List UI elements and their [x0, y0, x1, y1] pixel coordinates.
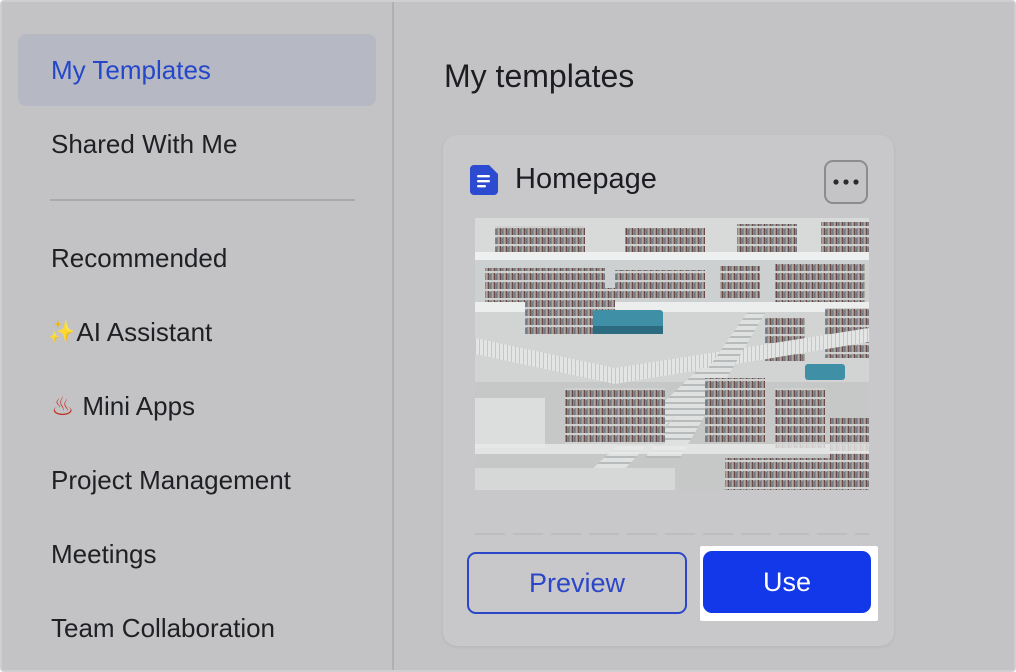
sidebar-item-label: Mini Apps [82, 390, 196, 421]
hot-springs-icon: ♨ [51, 390, 75, 421]
template-card[interactable]: Homepage Preview Use [443, 135, 894, 646]
sidebar-item-shared-with-me[interactable]: Shared With Me [18, 108, 376, 180]
sidebar-item-project-management[interactable]: Project Management [18, 444, 376, 516]
window: My Templates Shared With Me Recommended … [0, 0, 1016, 672]
sidebar-item-meetings[interactable]: Meetings [18, 518, 376, 590]
sidebar-divider [50, 199, 355, 201]
sidebar-item-team-collaboration[interactable]: Team Collaboration [18, 592, 376, 664]
page-title: My templates [444, 58, 635, 94]
document-icon [470, 165, 498, 195]
sidebar-item-mini-apps[interactable]: ♨ Mini Apps [18, 370, 376, 442]
sidebar: My Templates Shared With Me Recommended … [2, 2, 392, 670]
sidebar-item-label: AI Assistant [76, 316, 213, 347]
sidebar-item-label: My Templates [51, 54, 211, 85]
main-content: My templates Homepage Preview Use [394, 2, 1014, 670]
sidebar-item-label: Meetings [51, 538, 157, 569]
sidebar-item-label: Shared With Me [51, 128, 238, 159]
sidebar-item-my-templates[interactable]: My Templates [18, 34, 376, 106]
sidebar-item-label: Project Management [51, 464, 291, 495]
sidebar-item-label: Team Collaboration [51, 612, 276, 643]
preview-button[interactable]: Preview [467, 552, 687, 614]
more-icon [833, 179, 859, 185]
card-title: Homepage [515, 163, 657, 195]
more-options-button[interactable] [824, 160, 868, 204]
description-placeholder [475, 533, 869, 535]
sidebar-item-ai-assistant[interactable]: ✨ AI Assistant [18, 296, 376, 368]
library-image [475, 218, 869, 490]
sparkles-icon: ✨ [48, 319, 76, 344]
use-button[interactable]: Use [703, 551, 871, 613]
sidebar-item-recommended[interactable]: Recommended [18, 222, 376, 294]
template-thumbnail [475, 218, 869, 490]
sidebar-item-label: Recommended [51, 242, 228, 273]
